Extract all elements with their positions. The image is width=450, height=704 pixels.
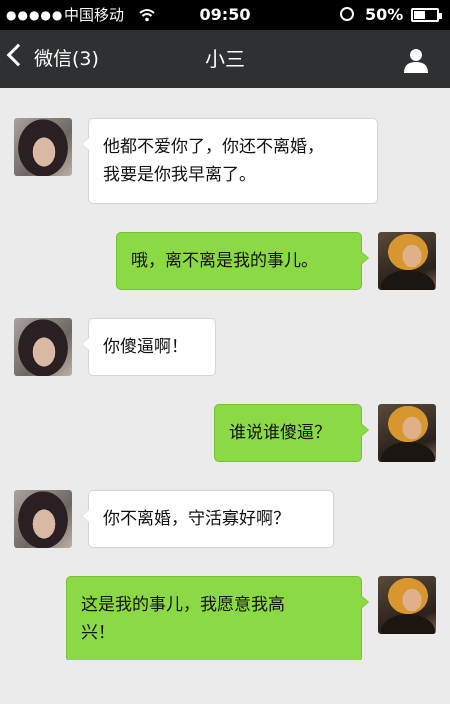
outgoing-message-bubble[interactable]: 哦，离不离是我的事儿。 [116, 232, 369, 290]
incoming-message-bubble[interactable]: 他都不爱你了，你还不离婚， 我要是你我早离了。 [81, 118, 378, 204]
contact-avatar[interactable] [14, 318, 72, 376]
incoming-message-bubble[interactable]: 你傻逼啊！ [81, 318, 216, 376]
battery-percent: 50% [365, 5, 404, 24]
contact-avatar[interactable] [14, 490, 72, 548]
chat-header: 微信(3) 小三 [0, 30, 450, 88]
message-list[interactable]: 他都不爱你了，你还不离婚， 我要是你我早离了。 哦，离不离是我的事儿。 你傻逼啊… [0, 88, 450, 704]
message-text-line: 哦，离不离是我的事儿。 [131, 251, 318, 271]
battery-fill [414, 11, 425, 19]
outgoing-message-bubble[interactable]: 这是我的事儿，我愿意我高 兴！ [66, 576, 369, 662]
contact-info-button[interactable] [402, 46, 430, 74]
message-text-line: 他都不爱你了，你还不离婚， [103, 137, 324, 157]
contact-avatar[interactable] [14, 118, 72, 176]
my-avatar[interactable] [378, 404, 436, 462]
status-bar: ●●●●● 中国移动 09:50 50% [0, 0, 450, 30]
message-text-line: 兴！ [81, 623, 115, 643]
chat-title: 小三 [205, 47, 245, 71]
bottom-area [0, 660, 450, 704]
battery-icon [411, 8, 442, 22]
incoming-message-bubble[interactable]: 你不离婚，守活寡好啊？ [81, 490, 334, 548]
my-avatar[interactable] [378, 232, 436, 290]
my-avatar[interactable] [378, 576, 436, 634]
outgoing-message-bubble[interactable]: 谁说谁傻逼？ [214, 404, 369, 462]
message-text-line: 你不离婚，守活寡好啊？ [103, 509, 290, 529]
message-text-line: 谁说谁傻逼？ [229, 423, 331, 443]
message-text-line: 这是我的事儿，我愿意我高 [81, 595, 285, 615]
message-text-line: 我要是你我早离了。 [103, 165, 256, 185]
message-text-line: 你傻逼啊！ [103, 337, 188, 357]
rotation-lock-icon [340, 7, 354, 21]
person-icon [404, 49, 428, 73]
